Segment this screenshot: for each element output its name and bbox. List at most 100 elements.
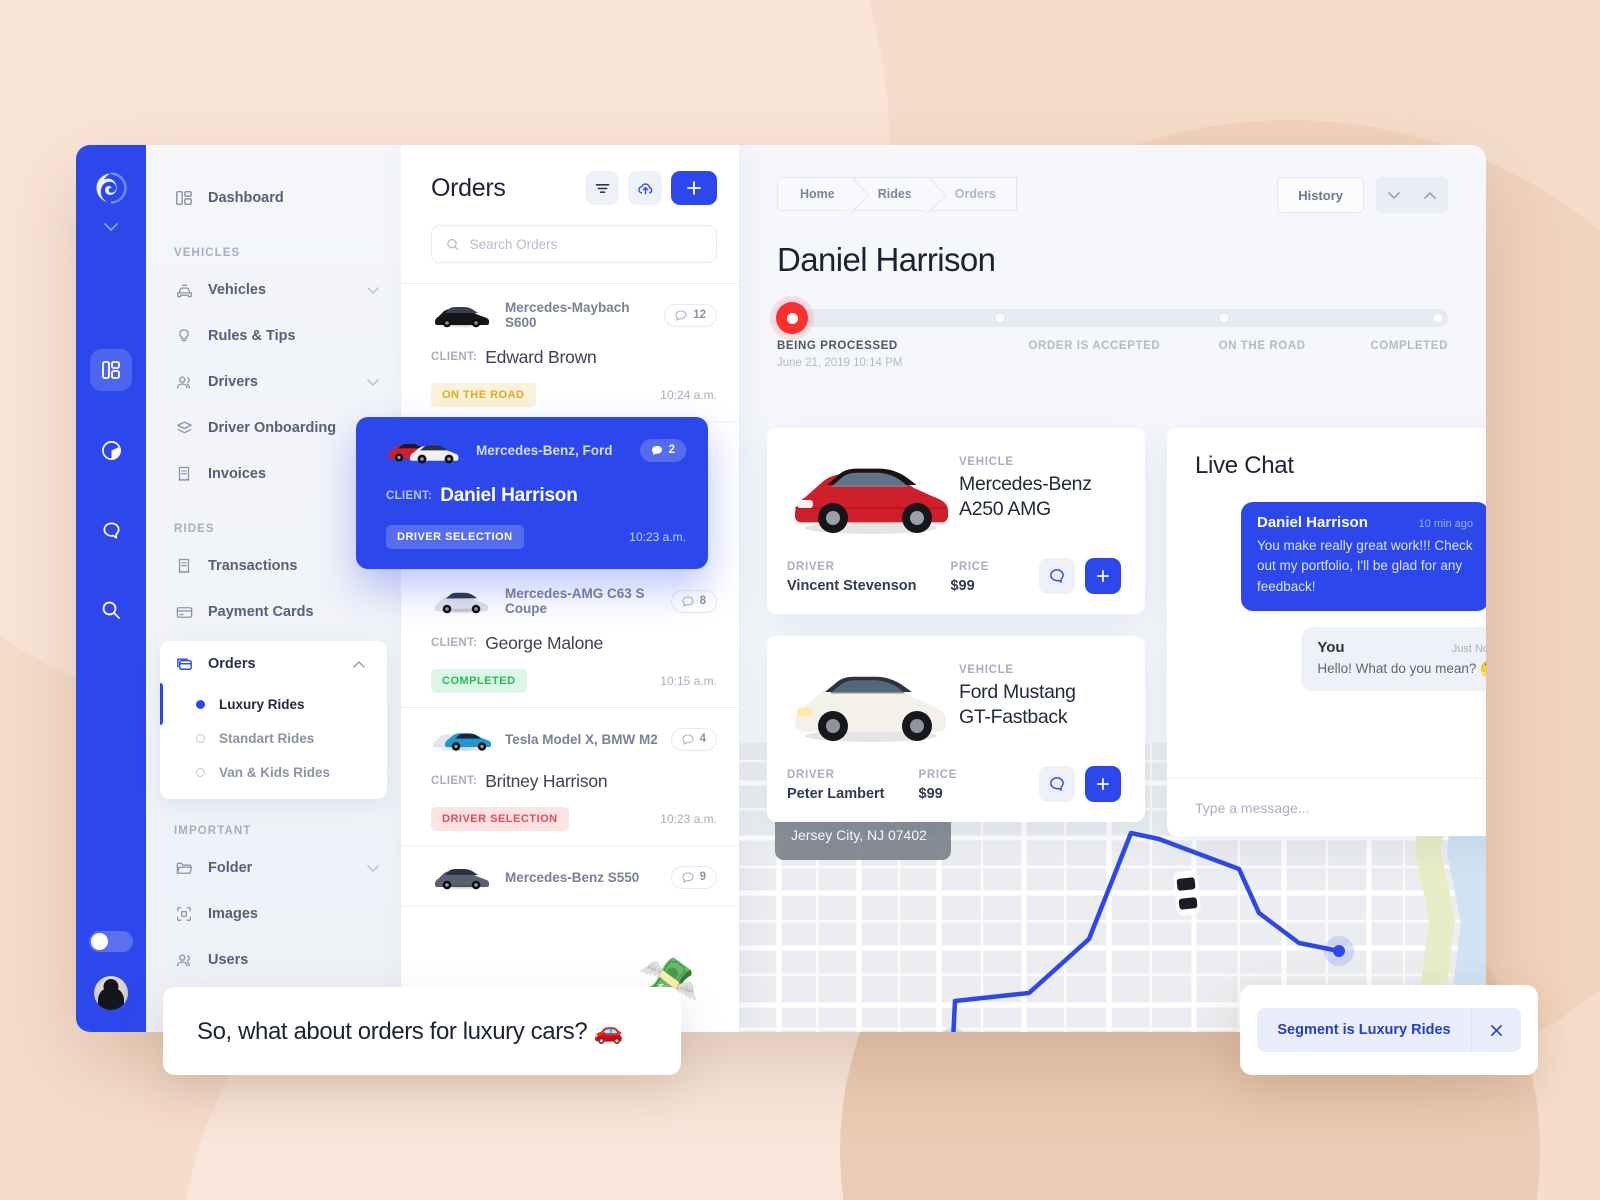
- sidebar-subitem-luxury-rides[interactable]: Luxury Rides: [160, 683, 387, 725]
- receipt-icon: [174, 464, 194, 484]
- order-time: 10:24 a.m.: [660, 388, 717, 402]
- order-row-edward-brown[interactable]: Mercedes-Maybach S600 12 CLIENT: Edward …: [401, 284, 739, 422]
- segment-label: Segment is Luxury Rides: [1277, 1022, 1451, 1038]
- next-order-button[interactable]: [1412, 191, 1448, 199]
- sidebar-item-dashboard[interactable]: Dashboard: [146, 175, 401, 221]
- sidebar-item-rules-tips[interactable]: Rules & Tips: [146, 313, 401, 359]
- client-label: CLIENT:: [386, 490, 433, 502]
- driver-name: Peter Lambert: [787, 786, 885, 802]
- order-message-count[interactable]: 9: [670, 865, 717, 889]
- sidebar-item-payment-cards[interactable]: Payment Cards: [146, 589, 401, 635]
- chevron-down-icon: [1388, 191, 1400, 199]
- search-icon: [447, 238, 459, 250]
- vehicle-image: [787, 448, 953, 540]
- prev-order-button[interactable]: [1376, 191, 1412, 199]
- add-order-button[interactable]: [671, 171, 717, 205]
- sidebar-item-label: Transactions: [208, 558, 298, 574]
- question-text: So, what about orders for luxury cars? 🚗: [197, 1017, 624, 1045]
- customer-avatar: [1406, 239, 1448, 281]
- message-icon: [682, 595, 694, 607]
- chat-composer: [1167, 778, 1486, 836]
- sidebar-item-drivers[interactable]: Drivers: [146, 359, 401, 405]
- order-message-count[interactable]: 2: [639, 438, 686, 462]
- sidebar-item-label: Dashboard: [208, 190, 284, 206]
- message-count-value: 4: [699, 733, 706, 745]
- vehicle-chat-button[interactable]: [1039, 766, 1075, 802]
- vehicle-add-button[interactable]: [1085, 766, 1121, 802]
- order-row-selected-daniel-harrison[interactable]: Mercedes-Benz, Ford 2 CLIENT: Daniel Har…: [356, 417, 708, 569]
- message-icon: [675, 309, 687, 321]
- client-label: CLIENT:: [431, 351, 478, 363]
- order-row-mercedes-s550[interactable]: Mercedes-Benz S550 9: [401, 846, 739, 907]
- wave-logo-icon[interactable]: [94, 171, 128, 205]
- sidebar-subitem-label: Standart Rides: [219, 730, 315, 746]
- order-message-count[interactable]: 8: [670, 589, 717, 613]
- price-value: $99: [918, 786, 943, 802]
- tracker-step-label: BEING PROCESSED: [777, 340, 898, 352]
- client-avatar: [691, 630, 717, 656]
- driver-label: DRIVER: [787, 561, 835, 573]
- segment-close-button[interactable]: [1470, 1008, 1521, 1052]
- order-row-george-malone[interactable]: Mercedes-AMG C63 S Coupe 8 CLIENT: Georg…: [401, 570, 739, 708]
- chat-author: Daniel Harrison: [1257, 514, 1368, 531]
- chat-input[interactable]: [1195, 799, 1486, 816]
- vehicle-image: [787, 656, 953, 748]
- rail-dashboard-grid-icon[interactable]: [90, 349, 132, 391]
- sidebar-item-users[interactable]: Users: [146, 937, 401, 983]
- filter-button[interactable]: [585, 171, 619, 205]
- message-icon: [682, 733, 694, 745]
- receipt-icon: [174, 556, 194, 576]
- detail-cards: VEHICLE Mercedes-Benz A250 AMG DRIVER Vi…: [767, 428, 1486, 836]
- sidebar-subitem-label: Luxury Rides: [219, 696, 305, 712]
- chat-author: You: [1317, 638, 1345, 656]
- orders-header: Orders: [401, 145, 739, 205]
- history-button[interactable]: History: [1277, 177, 1364, 213]
- car-thumbnail: [386, 435, 464, 465]
- rail-search-icon[interactable]: [90, 589, 132, 631]
- chevron-up-icon[interactable]: [353, 660, 365, 668]
- sidebar-subitem-van-kids-rides[interactable]: Van & Kids Rides: [160, 755, 387, 789]
- order-message-count[interactable]: 4: [670, 727, 717, 751]
- tracker-active-node: [776, 302, 808, 334]
- rail-theme-toggle[interactable]: [89, 931, 133, 952]
- order-row-britney-harrison[interactable]: Tesla Model X, BMW M2 4 CLIENT: Britney …: [401, 708, 739, 846]
- sidebar-section-important: IMPORTANT: [174, 825, 252, 837]
- order-progress-tracker: BEING PROCESSED June 21, 2019 10:14 PM O…: [776, 302, 1448, 369]
- rail-user-avatar[interactable]: [94, 976, 128, 1010]
- sidebar-item-label: Images: [208, 906, 258, 922]
- chevron-down-icon[interactable]: [367, 378, 379, 386]
- order-message-count[interactable]: 12: [664, 303, 717, 327]
- vehicle-chat-button[interactable]: [1039, 558, 1075, 594]
- chevron-down-icon[interactable]: [104, 223, 118, 231]
- rail-pie-chart-icon[interactable]: [90, 429, 132, 471]
- sidebar-item-images[interactable]: Images: [146, 891, 401, 937]
- tracker-step-label: ORDER IS ACCEPTED: [1028, 340, 1161, 352]
- order-vehicle-model: Mercedes-Maybach S600: [505, 300, 630, 330]
- chat-title: Live Chat: [1195, 452, 1294, 479]
- chevron-down-icon[interactable]: [367, 864, 379, 872]
- rail-support-chat-icon[interactable]: [90, 509, 132, 551]
- message-count-value: 9: [699, 871, 706, 883]
- sidebar-subitem-standart-rides[interactable]: Standart Rides: [160, 721, 387, 755]
- chevron-down-icon[interactable]: [367, 286, 379, 294]
- search-orders[interactable]: [431, 225, 717, 263]
- vehicle-card-ford: VEHICLE Ford Mustang GT-Fastback DRIVER …: [767, 636, 1145, 822]
- vehicle-name-line1: Mercedes-Benz: [959, 473, 1092, 495]
- sidebar-item-folder[interactable]: Folder: [146, 845, 401, 891]
- breadcrumb-home[interactable]: Home: [777, 177, 855, 211]
- vehicle-add-button[interactable]: [1085, 558, 1121, 594]
- sidebar-item-label: Vehicles: [208, 282, 267, 298]
- dashboard-icon: [174, 188, 194, 208]
- client-name: Edward Brown: [485, 346, 597, 367]
- question-callout: So, what about orders for luxury cars? 🚗: [163, 987, 681, 1075]
- sidebar-item-vehicles[interactable]: Vehicles: [146, 267, 401, 313]
- orders-list: Mercedes-Maybach S600 12 CLIENT: Edward …: [401, 283, 739, 907]
- orders-panel: Orders Search Orders Mercedes-Maybach S6…: [356, 145, 739, 1032]
- status-badge: COMPLETED: [431, 669, 527, 693]
- driver-name: Vincent Stevenson: [787, 578, 917, 594]
- chat-text: You make really great work!!! Check out …: [1257, 538, 1473, 594]
- sidebar-item-orders[interactable]: Orders: [160, 641, 387, 687]
- upload-button[interactable]: [628, 171, 662, 205]
- search-input[interactable]: [469, 236, 702, 252]
- vehicle-card-mercedes: VEHICLE Mercedes-Benz A250 AMG DRIVER Vi…: [767, 428, 1145, 614]
